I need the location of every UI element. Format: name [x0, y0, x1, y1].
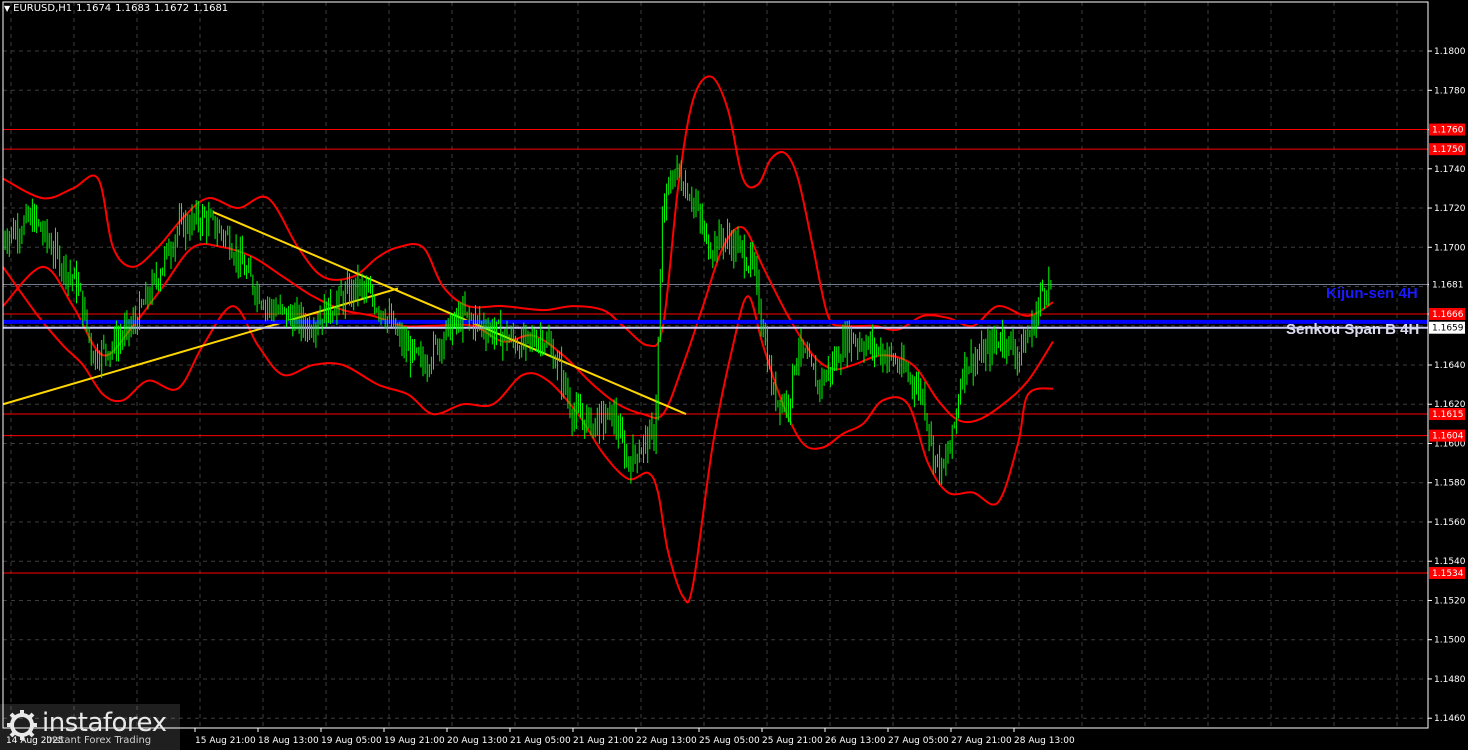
- level-tag-label: 1.1615: [1432, 410, 1464, 420]
- watermark-brand: instaforex: [42, 708, 167, 738]
- instaforex-logo-icon: [7, 710, 37, 740]
- time-axis-label: 21 Aug 05:00: [510, 736, 571, 746]
- price-axis-label: 1.1540: [1434, 557, 1466, 567]
- symbol-label: EURUSD,H1: [13, 3, 73, 14]
- time-axis-label: 26 Aug 13:00: [825, 736, 886, 746]
- time-axis-label: 19 Aug 05:00: [321, 736, 382, 746]
- price-axis-label: 1.1580: [1434, 479, 1466, 489]
- chart-header[interactable]: ▼ EURUSD,H1 1.1674 1.1683 1.1672 1.1681: [4, 3, 232, 14]
- price-chart[interactable]: 1.1800 1.1780 1.1760 1.1740 1.1720 1.1700 1.16…: [0, 0, 1468, 750]
- price-axis-label: 1.1780: [1434, 86, 1466, 96]
- level-tag-label: 1.1666: [1432, 310, 1464, 320]
- level-tag-label: 1.1760: [1432, 126, 1464, 136]
- price-axis-label: 1.1640: [1434, 361, 1466, 371]
- price-axis-label: 1.1460: [1434, 714, 1466, 724]
- price-axis-label: 1.1500: [1434, 636, 1466, 646]
- watermark-tagline: Instant Forex Trading: [46, 735, 152, 746]
- time-axis-label: 25 Aug 05:00: [699, 736, 760, 746]
- price-axis-label: 1.1520: [1434, 596, 1466, 606]
- price-axis-label: 1.1480: [1434, 675, 1466, 685]
- time-axis-label: 18 Aug 13:00: [258, 736, 319, 746]
- time-axis-label: 20 Aug 13:00: [447, 736, 508, 746]
- time-axis-label: 21 Aug 21:00: [573, 736, 634, 746]
- time-axis-label: 25 Aug 21:00: [762, 736, 823, 746]
- time-axis-label: 22 Aug 13:00: [636, 736, 697, 746]
- level-tag-label: 1.1750: [1432, 145, 1464, 155]
- open-value: 1.1674: [76, 3, 112, 14]
- low-value: 1.1672: [154, 3, 190, 14]
- price-axis-label: 1.1720: [1434, 204, 1466, 214]
- price-axis-label: 1.1700: [1434, 243, 1466, 253]
- time-axis-label: 28 Aug 13:00: [1014, 736, 1075, 746]
- price-axis-label: 1.1740: [1434, 165, 1466, 175]
- senkou-span-b-label: Senkou Span B 4H: [1286, 321, 1420, 338]
- chart-background: [0, 0, 1468, 750]
- current-price-tag-label: 1.1681: [1432, 281, 1464, 291]
- level-tag-label: 1.1534: [1432, 569, 1464, 579]
- time-axis-label: 27 Aug 21:00: [951, 736, 1012, 746]
- level-tag-label: 1.1604: [1432, 432, 1464, 442]
- price-axis-label: 1.1560: [1434, 518, 1466, 528]
- symbol-menu-icon[interactable]: ▼: [4, 4, 10, 13]
- time-axis-label: 19 Aug 21:00: [384, 736, 445, 746]
- kijun-sen-label: Kijun-sen 4H: [1326, 285, 1418, 302]
- high-value: 1.1683: [115, 3, 151, 14]
- time-axis-label: 15 Aug 21:00: [195, 736, 256, 746]
- time-axis-label: 27 Aug 05:00: [888, 736, 949, 746]
- close-value: 1.1681: [193, 3, 229, 14]
- price-axis-label: 1.1800: [1434, 47, 1466, 57]
- instaforex-watermark: instaforex Instant Forex Trading: [0, 704, 180, 750]
- senkou-span-b-tag-label: 1.1659: [1432, 324, 1464, 334]
